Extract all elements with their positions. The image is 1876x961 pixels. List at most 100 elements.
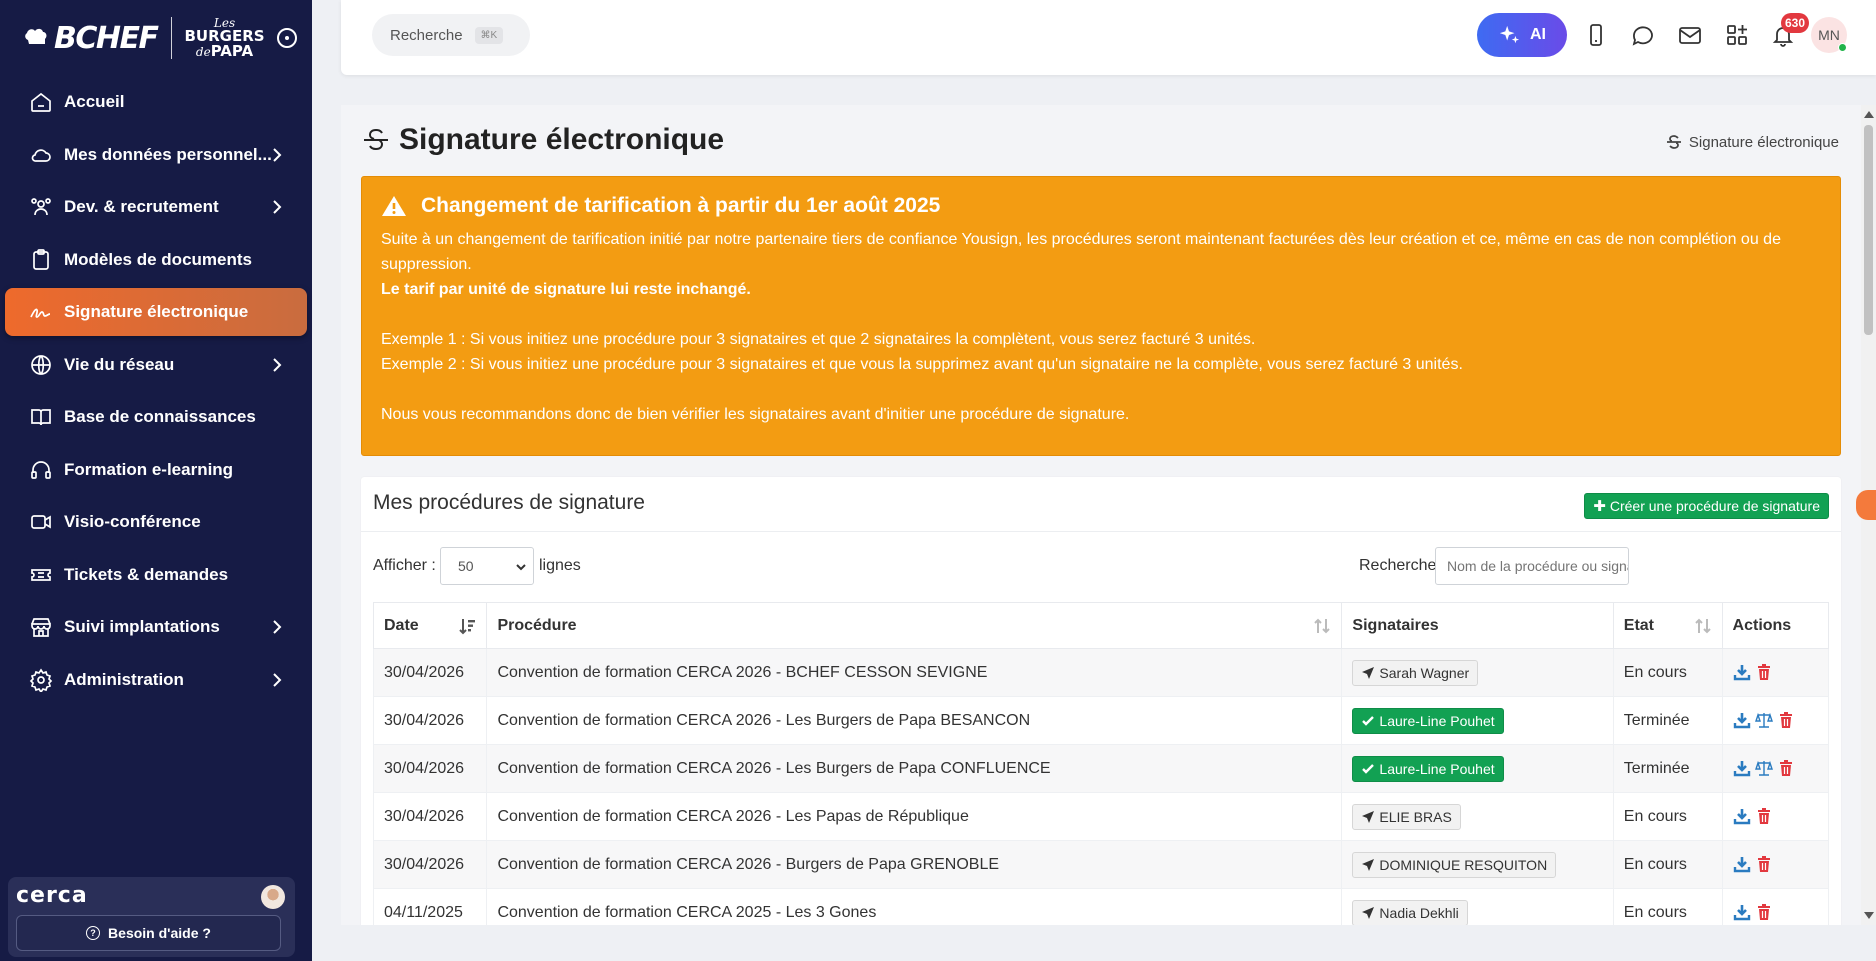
ai-button[interactable]: AI [1477,13,1567,57]
sidebar-item-dev-recrutement[interactable]: Dev. & recrutement [5,183,307,231]
card-title: Mes procédures de signature [373,491,645,514]
trash-icon[interactable] [1755,663,1773,681]
scroll-down-arrow[interactable] [1864,912,1874,919]
cell-procedure: Convention de formation CERCA 2026 - Bur… [486,840,1343,889]
download-icon[interactable] [1733,759,1751,777]
mobile-icon[interactable] [1583,22,1609,48]
download-icon[interactable] [1733,663,1751,681]
signer-name: Laure-Line Pouhet [1379,760,1495,777]
cell-etat: Terminée [1612,744,1723,793]
sidebar-item-formation-elearning[interactable]: Formation e-learning [5,446,307,494]
signer-badge[interactable]: Sarah Wagner [1352,659,1479,686]
cell-signataires: ELIE BRAS [1341,792,1614,841]
help-button[interactable]: ? Besoin d'aide ? [16,915,281,951]
feedback-tab[interactable] [1856,490,1876,520]
column-etat[interactable]: Etat [1612,602,1723,649]
procedures-table: Date Procédure Signataires Etat Actions … [372,602,1830,925]
chevron-right-icon [267,355,287,375]
sidebar-item-tickets-demandes[interactable]: Tickets & demandes [5,551,307,599]
cell-date: 30/04/2026 [372,792,488,841]
scroll-thumb[interactable] [1864,125,1873,335]
signer-name: ELIE BRAS [1379,808,1452,825]
cell-procedure: Convention de formation CERCA 2026 - Les… [486,696,1343,745]
check-icon [1362,763,1375,774]
sidebar-item-administration[interactable]: Administration [5,656,307,704]
signer-badge[interactable]: Nadia Dekhli [1352,899,1468,925]
signer-badge[interactable]: DOMINIQUE RESQUITON [1352,851,1557,878]
clock-icon[interactable] [276,28,297,48]
sidebar-item-signature-electronique[interactable]: Signature électronique [5,288,307,336]
column-procedure[interactable]: Procédure [486,602,1343,649]
paper-plane-icon [1362,906,1375,919]
cell-signataires: Laure-Line Pouhet [1341,696,1614,745]
column-label: Actions [1732,616,1792,634]
paper-plane-icon [1362,666,1375,679]
download-icon[interactable] [1733,855,1751,873]
trash-icon[interactable] [1777,711,1795,729]
cell-actions [1721,792,1830,841]
global-search[interactable]: Recherche ⌘K [372,14,530,56]
download-icon[interactable] [1733,711,1751,729]
table-row: 30/04/2026 Convention de formation CERCA … [372,840,1830,889]
signer-badge[interactable]: Laure-Line Pouhet [1352,755,1504,782]
table-header-row: Date Procédure Signataires Etat Actions [372,602,1830,649]
cell-date: 30/04/2026 [372,696,488,745]
scale-icon[interactable] [1754,711,1773,729]
sidebar-item-label: Tickets & demandes [64,564,229,584]
trash-icon[interactable] [1777,759,1795,777]
page-size-select[interactable]: 50 [440,547,534,585]
bchef-text: BCHEF [54,20,159,56]
breadcrumb[interactable]: Signature électronique [1665,133,1839,151]
signer-name: Laure-Line Pouhet [1379,712,1495,729]
column-label: Procédure [497,616,577,634]
alert-text: Suite à un changement de tarification in… [381,231,1781,273]
page-size-value: 50 [458,558,474,574]
sidebar-item-visio-conference[interactable]: Visio-conférence [5,498,307,546]
chef-hat-icon [25,28,47,44]
scroll-up-arrow[interactable] [1864,111,1874,118]
sidebar-item-suivi-implantations[interactable]: Suivi implantations [5,603,307,651]
cell-etat: En cours [1612,648,1723,697]
sidebar-nav: Accueil Mes données personnel... Dev. & … [0,78,312,704]
signer-name: Sarah Wagner [1379,664,1470,681]
headphones-icon [28,457,54,483]
cell-actions [1721,648,1830,697]
chat-icon[interactable] [1630,22,1656,48]
chevron-right-icon [267,617,287,637]
brand-logo[interactable]: BCHEF Les BURGERS dePAPA [0,0,312,76]
scale-icon[interactable] [1754,759,1773,777]
sidebar-item-vie-reseau[interactable]: Vie du réseau [5,341,307,389]
cell-procedure: Convention de formation CERCA 2026 - Les… [486,744,1343,793]
table-search-input[interactable] [1435,547,1629,585]
column-label: Signataires [1352,616,1439,634]
signer-badge[interactable]: Laure-Line Pouhet [1352,707,1504,734]
trash-icon[interactable] [1755,855,1773,873]
create-procedure-button[interactable]: ✚ Créer une procédure de signature [1584,493,1829,519]
trash-icon[interactable] [1755,903,1773,921]
column-actions: Actions [1721,602,1830,649]
table-row: 30/04/2026 Convention de formation CERCA … [372,696,1830,745]
download-icon[interactable] [1733,903,1751,921]
sidebar-item-modeles-documents[interactable]: Modèles de documents [5,236,307,284]
clipboard-icon [28,247,54,273]
alert-text-bold: Le tarif par unité de signature lui rest… [381,281,751,298]
question-icon: ? [86,926,101,940]
sidebar-item-accueil[interactable]: Accueil [5,78,307,126]
download-icon[interactable] [1733,807,1751,825]
sidebar-item-label: Accueil [64,92,125,111]
column-date[interactable]: Date [372,602,488,649]
cell-date: 30/04/2026 [372,840,488,889]
alert-example-2: Exemple 2 : Si vous initiez une procédur… [381,356,1463,373]
strikethrough-s-icon [361,125,391,155]
signer-badge[interactable]: ELIE BRAS [1352,803,1461,830]
cell-signataires: Laure-Line Pouhet [1341,744,1614,793]
sidebar-item-donnees-personnelles[interactable]: Mes données personnel... [5,131,307,179]
sidebar-item-base-connaissances[interactable]: Base de connaissances [5,393,307,441]
trash-icon[interactable] [1755,807,1773,825]
mail-icon[interactable] [1677,22,1703,48]
column-label: Etat [1623,616,1654,634]
alert-title-text: Changement de tarification à partir du 1… [421,194,941,217]
breadcrumb-current: Signature électronique [1688,133,1839,151]
global-search-label: Recherche [390,26,463,44]
apps-icon[interactable] [1724,22,1750,48]
